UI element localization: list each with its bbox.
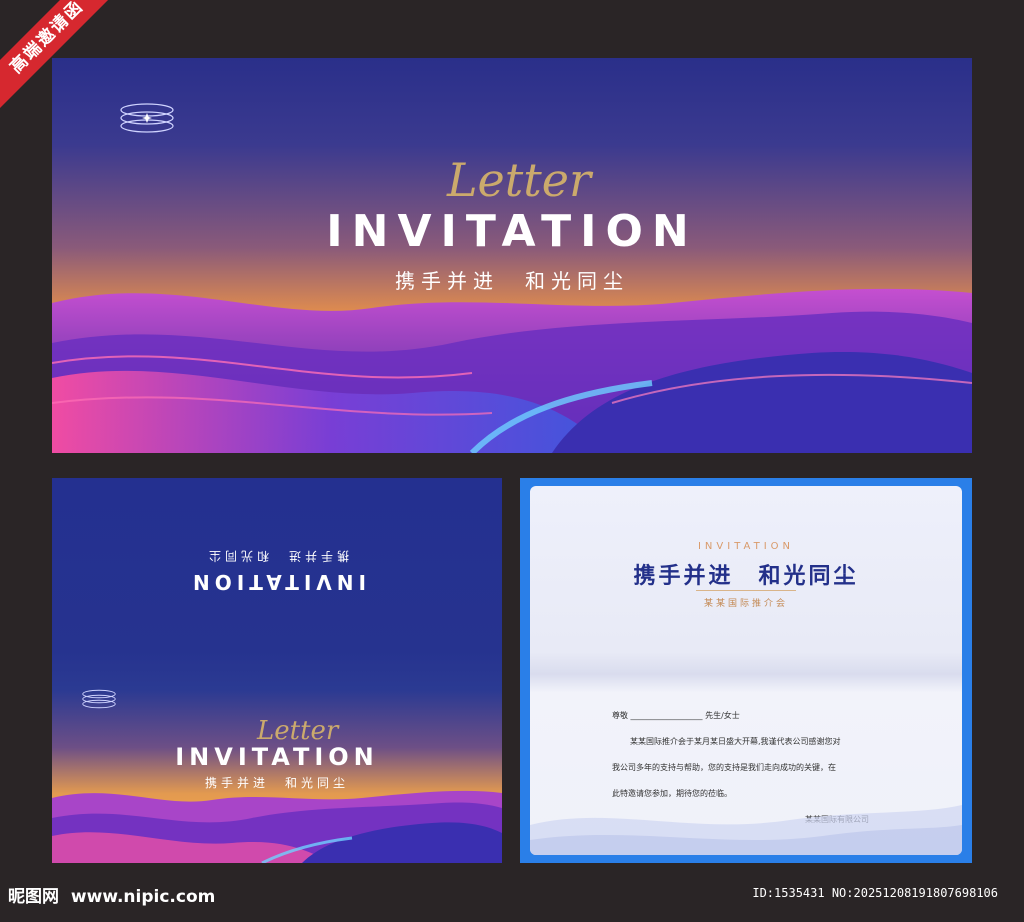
mirrored-subtitle: 携手并进 和光同尘 — [205, 549, 350, 563]
letter-body-line-2: 我公司多年的支持与帮助，您的支持是我们走向成功的关键，在 — [612, 763, 836, 772]
invitation-inner-page: INVITATION 携手并进 和光同尘 某某国际推介会 尊敬 ________… — [520, 478, 972, 863]
wave-landscape-illustration — [52, 288, 972, 453]
mirrored-title: INVITATION — [188, 570, 366, 594]
soft-wave-decoration — [530, 805, 962, 855]
sparkle-icon — [142, 113, 152, 123]
script-letter-word: Letter — [257, 716, 339, 746]
image-id: ID:1535431 NO:20251208191807698106 — [752, 886, 998, 900]
invitation-title: INVITATION — [326, 206, 698, 257]
letter-card: INVITATION 携手并进 和光同尘 某某国际推介会 尊敬 ________… — [530, 486, 962, 855]
inner-header-en: INVITATION — [697, 541, 795, 552]
site-branding: 昵图网 www.nipic.com — [8, 882, 215, 907]
back-invitation-title: INVITATION — [175, 743, 379, 771]
salutation-prefix: 尊敬 — [612, 711, 628, 720]
wave-landscape-illustration — [52, 790, 502, 863]
salutation-blank: __________________ — [630, 711, 703, 720]
inner-headline: 携手并进 和光同尘 — [633, 564, 859, 589]
script-letter-word: Letter — [447, 153, 591, 207]
ornament-divider — [696, 590, 796, 591]
letter-body-line-1: 某某国际推介会于某月某日盛大开幕,我谨代表公司感谢您对 — [630, 737, 841, 746]
ring-logo-icon — [82, 689, 116, 709]
ring-logo-icon — [120, 103, 174, 133]
invitation-front-cover: Letter INVITATION 携手并进 和光同尘 — [52, 58, 972, 453]
invitation-back-cover: 携手并进 和光同尘 INVITATION Letter INVITATION 携… — [52, 478, 502, 863]
salutation-suffix: 先生/女士 — [705, 711, 740, 720]
event-name: 某某国际推介会 — [703, 599, 788, 609]
site-url[interactable]: www.nipic.com — [71, 887, 215, 907]
salutation-line: 尊敬 __________________ 先生/女士 — [612, 705, 740, 727]
site-name: 昵图网 — [8, 887, 59, 907]
